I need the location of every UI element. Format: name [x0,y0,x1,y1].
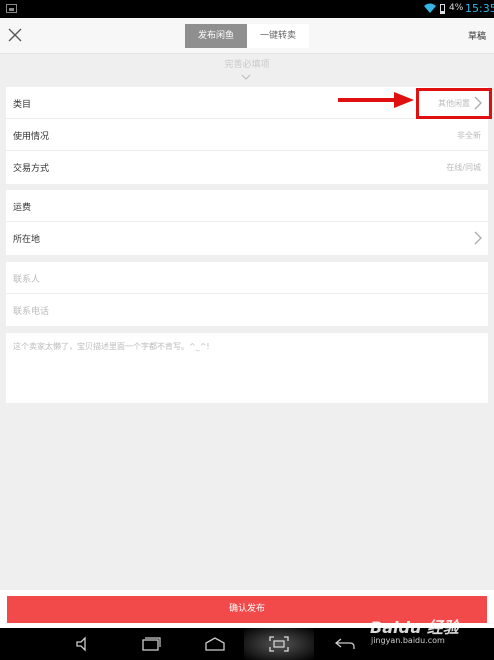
draft-button[interactable]: 草稿 [468,29,486,42]
contact-name-row[interactable]: 联系人 [6,262,488,294]
location-label: 所在地 [13,235,41,245]
description-input[interactable]: 这个卖家太懒了，宝贝描述里面一个字都不肯写。^_^! [13,341,210,352]
category-label: 类目 [13,100,32,110]
watermark-url: jingyan.baidu.com [371,636,445,645]
annotation-highlight-box [416,88,492,119]
contact-phone-input[interactable]: 联系电话 [13,304,49,317]
trade-method-label: 交易方式 [13,164,50,174]
header: 发布闲鱼 一键转卖 草稿 [0,18,494,54]
watermark-logo: Baidu 经验 [370,618,459,637]
back-icon[interactable] [334,635,356,653]
shipping-fee-label: 运费 [13,203,32,213]
tab-publish[interactable]: 发布闲鱼 [185,24,247,48]
battery-icon [440,4,445,14]
condition-label: 使用情况 [13,132,50,142]
close-icon[interactable] [8,28,22,42]
contact-phone-row[interactable]: 联系电话 [6,294,488,326]
shipping-card: 运费 所在地 [6,190,488,255]
home-icon[interactable] [204,635,226,653]
clock: 15:35 [465,2,494,15]
required-fields-hint: 完善必填项 [224,60,270,70]
chevron-down-icon[interactable] [241,72,251,80]
trade-method-value: 在线/同城 [446,163,481,172]
condition-value: 非全新 [457,131,481,140]
screenshot-icon[interactable] [268,635,290,653]
contact-card: 联系人 联系电话 [6,262,488,326]
trade-method-row[interactable]: 交易方式 在线/同城 [6,151,488,183]
contact-name-input[interactable]: 联系人 [13,272,40,285]
status-bar: 4% 15:35 [0,0,494,18]
chevron-right-icon [474,231,482,245]
image-notification-icon [6,4,17,13]
annotation-arrow [338,92,414,108]
shipping-fee-row[interactable]: 运费 [6,190,488,222]
description-card[interactable]: 这个卖家太懒了，宝贝描述里面一个字都不肯写。^_^! [6,333,488,403]
location-row[interactable]: 所在地 [6,222,488,254]
volume-icon[interactable] [74,635,96,653]
condition-row[interactable]: 使用情况 非全新 [6,119,488,151]
tab-resell[interactable]: 一键转卖 [247,24,309,48]
wifi-icon [424,2,438,16]
recent-apps-icon[interactable] [140,635,162,653]
battery-percent: 4% [449,3,464,13]
publish-mode-tabs: 发布闲鱼 一键转卖 [185,24,309,48]
